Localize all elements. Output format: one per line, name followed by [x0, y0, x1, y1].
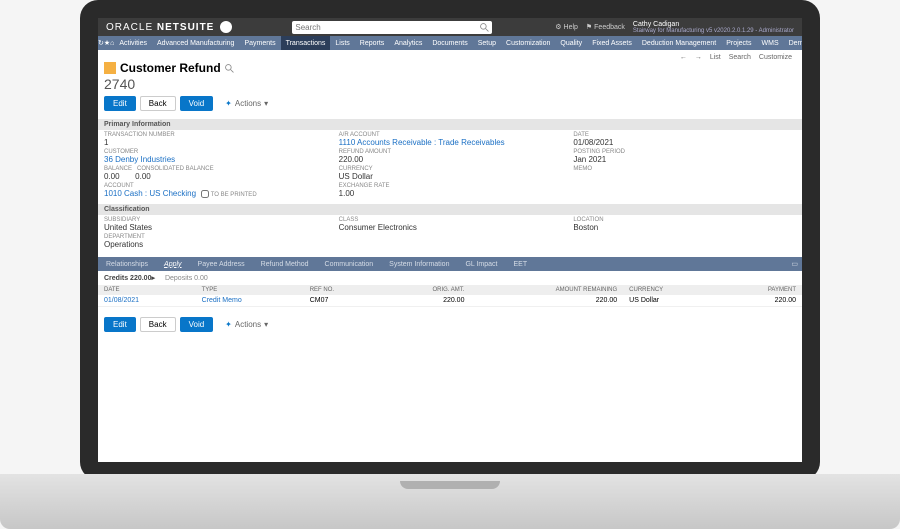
cell-ref: CM07 — [304, 295, 379, 307]
apply-header: Credits 220.00▸ Deposits 0.00 — [98, 271, 802, 285]
nav-next-icon[interactable]: → — [695, 54, 702, 61]
menu-documents[interactable]: Documents — [427, 36, 472, 50]
cell-remain: 220.00 — [470, 295, 623, 307]
title-search-icon[interactable] — [225, 64, 234, 73]
menu-quality[interactable]: Quality — [555, 36, 587, 50]
record-icon — [104, 62, 116, 74]
page-action-list[interactable]: List — [710, 54, 721, 61]
search-input[interactable] — [295, 23, 475, 32]
gear-icon: ✦ — [225, 99, 232, 108]
link-ar-account[interactable]: 1110 Accounts Receivable : Trade Receiva… — [339, 138, 505, 147]
tab-gl-impact[interactable]: GL Impact — [457, 257, 505, 271]
table-row[interactable]: 01/08/2021Credit MemoCM07220.00220.00US … — [98, 295, 802, 307]
main-menu: ↻ ★ ⌂ ActivitiesAdvanced ManufacturingPa… — [98, 36, 802, 50]
menu-customization[interactable]: Customization — [501, 36, 555, 50]
void-button-bottom[interactable]: Void — [180, 317, 214, 332]
cell-payment: 220.00 — [719, 295, 802, 307]
link-account[interactable]: 1010 Cash : US Checking — [104, 189, 196, 198]
col-orig[interactable]: ORIG. AMT. — [379, 285, 470, 295]
link-customer[interactable]: 36 Denby Industries — [104, 155, 175, 164]
tab-communication[interactable]: Communication — [317, 257, 382, 271]
record-number: 2740 — [104, 76, 796, 92]
value-location: Boston — [573, 223, 796, 232]
value-balance: 0.00 — [104, 172, 120, 181]
deposits-total: Deposits 0.00 — [165, 275, 208, 282]
menu-projects[interactable]: Projects — [721, 36, 756, 50]
tab-system-information[interactable]: System Information — [381, 257, 457, 271]
menu-activities[interactable]: Activities — [114, 36, 152, 50]
col-currency[interactable]: CURRENCY — [623, 285, 719, 295]
tab-apply[interactable]: Apply — [156, 257, 190, 271]
value-consolidated-balance: 0.00 — [135, 172, 151, 181]
button-row-bottom: Edit Back Void ✦Actions▾ — [98, 311, 802, 338]
menu-reports[interactable]: Reports — [355, 36, 390, 50]
back-button-bottom[interactable]: Back — [140, 317, 176, 332]
button-row-top: Edit Back Void ✦Actions▾ — [104, 96, 796, 111]
value-class: Consumer Electronics — [339, 223, 562, 232]
cell-currency: US Dollar — [623, 295, 719, 307]
col-type[interactable]: TYPE — [196, 285, 304, 295]
col-remain[interactable]: AMOUNT REMAINING — [470, 285, 623, 295]
cell-orig: 220.00 — [379, 295, 470, 307]
value-currency: US Dollar — [339, 172, 562, 181]
menu-deduction-management[interactable]: Deduction Management — [637, 36, 721, 50]
page-action-search[interactable]: Search — [729, 54, 751, 61]
brand-logo: ORACLE NETSUITE — [106, 22, 214, 33]
label-memo: MEMO — [573, 166, 796, 172]
edit-button-bottom[interactable]: Edit — [104, 317, 136, 332]
value-txn-number: 1 — [104, 138, 327, 147]
back-button[interactable]: Back — [140, 96, 176, 111]
header-bar: ORACLE NETSUITE ⚙ Help ⚑ Feedback Cathy … — [98, 18, 802, 36]
tenant-icon[interactable] — [220, 21, 232, 33]
apply-table: DATE TYPE REF NO. ORIG. AMT. AMOUNT REMA… — [98, 285, 802, 307]
cell-type[interactable]: Credit Memo — [202, 297, 242, 304]
gear-icon: ✦ — [225, 320, 232, 329]
menu-lists[interactable]: Lists — [330, 36, 354, 50]
feedback-link[interactable]: ⚑ Feedback — [586, 23, 625, 31]
void-button[interactable]: Void — [180, 96, 214, 111]
value-date: 01/08/2021 — [573, 138, 796, 147]
actions-menu-bottom[interactable]: ✦Actions▾ — [225, 320, 268, 329]
checkbox-to-be-printed[interactable] — [201, 190, 209, 198]
label-to-be-printed: TO BE PRINTED — [211, 192, 257, 198]
value-exchange-rate: 1.00 — [339, 189, 562, 198]
help-link[interactable]: ⚙ Help — [555, 23, 578, 31]
nav-prev-icon[interactable]: ← — [680, 54, 687, 61]
section-primary: Primary Information — [98, 119, 802, 130]
actions-menu[interactable]: ✦Actions▾ — [225, 99, 268, 108]
menu-demo-assist[interactable]: Demo Assist — [784, 36, 802, 50]
value-refund-amount: 220.00 — [339, 155, 562, 164]
col-ref[interactable]: REF NO. — [304, 285, 379, 295]
value-posting-period: Jan 2021 — [573, 155, 796, 164]
menu-analytics[interactable]: Analytics — [389, 36, 427, 50]
cell-date[interactable]: 01/08/2021 — [104, 297, 139, 304]
subtab-expand-icon[interactable]: ▭ — [791, 260, 802, 268]
global-search[interactable] — [292, 21, 492, 34]
col-date[interactable]: DATE — [98, 285, 196, 295]
tab-payee-address[interactable]: Payee Address — [190, 257, 253, 271]
menu-wms[interactable]: WMS — [757, 36, 784, 50]
credits-total: Credits 220.00 — [104, 275, 151, 282]
tab-refund-method[interactable]: Refund Method — [253, 257, 317, 271]
menu-payments[interactable]: Payments — [239, 36, 280, 50]
tab-eet[interactable]: EET — [506, 257, 536, 271]
edit-button[interactable]: Edit — [104, 96, 136, 111]
menu-advanced-manufacturing[interactable]: Advanced Manufacturing — [152, 36, 239, 50]
page-action-customize[interactable]: Customize — [759, 54, 792, 61]
user-menu[interactable]: Cathy Cadigan Stairway for Manufacturing… — [633, 21, 794, 34]
menu-fixed-assets[interactable]: Fixed Assets — [587, 36, 637, 50]
tab-relationships[interactable]: Relationships — [98, 257, 156, 271]
menu-setup[interactable]: Setup — [473, 36, 501, 50]
value-department: Operations — [104, 240, 327, 249]
subtab-bar: RelationshipsApplyPayee AddressRefund Me… — [98, 257, 802, 271]
section-classification: Classification — [98, 204, 802, 215]
page-title: Customer Refund — [120, 61, 221, 75]
value-subsidiary: United States — [104, 223, 327, 232]
col-payment[interactable]: PAYMENT — [719, 285, 802, 295]
search-icon[interactable] — [480, 23, 489, 32]
menu-transactions[interactable]: Transactions — [281, 36, 331, 50]
